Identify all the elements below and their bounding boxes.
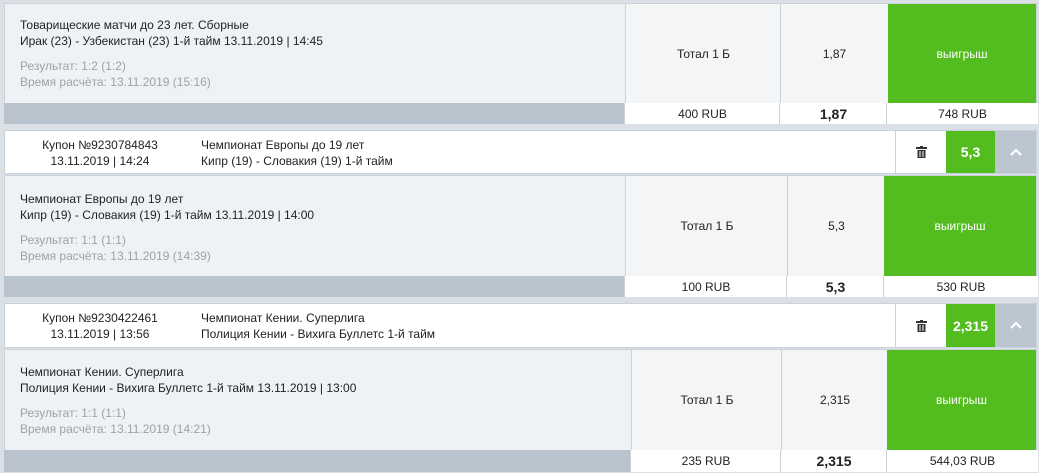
status-badge: выигрыш bbox=[884, 176, 1036, 276]
market-label: Тотал 1 Б bbox=[676, 46, 731, 61]
stake-cell: 100 RUB bbox=[624, 276, 787, 297]
coupon-datetime: 13.11.2019 | 14:24 bbox=[50, 154, 150, 168]
odds-cell: 1,87 bbox=[780, 4, 888, 103]
market-cell: Тотал 1 Б bbox=[625, 4, 781, 103]
coupon-number: Купон №9230422461 bbox=[42, 311, 158, 325]
payout-value: 544,03 RUB bbox=[929, 454, 996, 468]
bet-detail: Чемпионат Кении. Суперлига Полиция Кении… bbox=[4, 349, 1037, 451]
payout-cell: 544,03 RUB bbox=[886, 450, 1038, 472]
total-odds-cell: 1,87 bbox=[779, 103, 887, 124]
odds-value: 5,3 bbox=[828, 219, 845, 233]
result-text: Результат: 1:2 (1:2) bbox=[20, 59, 126, 73]
payout-cell: 530 RUB bbox=[883, 276, 1038, 297]
coupon-odds: 2,315 bbox=[946, 304, 995, 347]
market-label: Тотал 1 Б bbox=[680, 393, 734, 407]
calc-time: Время расчёта: 13.11.2019 (14:21) bbox=[20, 422, 211, 436]
payout-cell: 748 RUB bbox=[886, 103, 1038, 124]
payout-value: 748 RUB bbox=[938, 106, 987, 121]
status-badge: выигрыш bbox=[888, 4, 1036, 103]
market-cell: Тотал 1 Б bbox=[625, 176, 788, 276]
market-label: Тотал 1 Б bbox=[680, 219, 734, 233]
coupon-header[interactable]: Купон №9230422461 13.11.2019 | 13:56 Чем… bbox=[4, 303, 1037, 348]
bet-detail: Чемпионат Европы до 19 лет Кипр (19) - С… bbox=[4, 175, 1037, 277]
coupon-odds: 5,3 bbox=[946, 131, 995, 173]
trash-icon bbox=[915, 319, 927, 332]
coupon-event: Чемпионат Европы до 19 лет Кипр (19) - С… bbox=[201, 137, 393, 169]
odds-value: 2,315 bbox=[819, 393, 851, 407]
collapse-button[interactable] bbox=[995, 131, 1036, 173]
stake-value: 100 RUB bbox=[681, 279, 731, 294]
match-name: Полиция Кении - Вихига Буллетс 1-й тайм … bbox=[20, 381, 357, 395]
event-info: Чемпионат Европы до 19 лет Кипр (19) - С… bbox=[20, 191, 314, 264]
bet-footer: 400 RUB 1,87 748 RUB bbox=[4, 103, 1038, 124]
result-text: Результат: 1:1 (1:1) bbox=[20, 406, 126, 420]
coupon-number-block: Купон №9230422461 13.11.2019 | 13:56 bbox=[5, 310, 195, 342]
event-info: Чемпионат Кении. Суперлига Полиция Кении… bbox=[20, 364, 356, 437]
status-badge: выигрыш bbox=[887, 350, 1036, 450]
delete-button[interactable] bbox=[895, 131, 946, 173]
coupon-datetime: 13.11.2019 | 13:56 bbox=[50, 327, 150, 341]
odds-cell: 5,3 bbox=[787, 176, 885, 276]
stake-value: 235 RUB bbox=[681, 454, 731, 468]
bet-footer: 235 RUB 2,315 544,03 RUB bbox=[4, 450, 1038, 472]
league-name: Чемпионат Европы до 19 лет bbox=[20, 192, 184, 206]
market-cell: Тотал 1 Б bbox=[631, 350, 782, 450]
match-name: Кипр (19) - Словакия (19) 1-й тайм 13.11… bbox=[20, 208, 315, 222]
stake-cell: 400 RUB bbox=[624, 103, 780, 124]
result-text: Результат: 1:1 (1:1) bbox=[20, 233, 126, 247]
league-name: Товарищеские матчи до 23 лет. Сборные bbox=[20, 18, 249, 32]
bet-footer: 100 RUB 5,3 530 RUB bbox=[4, 276, 1038, 297]
coupon-league: Чемпионат Европы до 19 лет bbox=[201, 138, 365, 152]
calc-time: Время расчёта: 13.11.2019 (15:16) bbox=[20, 75, 211, 89]
odds-value: 1,87 bbox=[822, 46, 847, 61]
total-odds-cell: 2,315 bbox=[780, 450, 887, 472]
league-name: Чемпионат Кении. Суперлига bbox=[20, 365, 184, 379]
total-odds-value: 2,315 bbox=[816, 453, 852, 469]
event-info: Товарищеские матчи до 23 лет. Сборные Ир… bbox=[20, 17, 323, 90]
match-name: Ирак (23) - Узбекистан (23) 1-й тайм 13.… bbox=[20, 34, 323, 48]
coupon-match: Кипр (19) - Словакия (19) 1-й тайм bbox=[201, 154, 393, 168]
coupon-header[interactable]: Купон №9230784843 13.11.2019 | 14:24 Чем… bbox=[4, 130, 1037, 174]
payout-value: 530 RUB bbox=[936, 279, 986, 294]
collapse-button[interactable] bbox=[995, 304, 1036, 347]
coupon-match: Полиция Кении - Вихига Буллетс 1-й тайм bbox=[201, 327, 436, 341]
total-odds-cell: 5,3 bbox=[786, 276, 884, 297]
calc-time: Время расчёта: 13.11.2019 (14:39) bbox=[20, 249, 211, 263]
stake-value: 400 RUB bbox=[678, 106, 727, 121]
trash-icon bbox=[915, 146, 927, 158]
coupon-number-block: Купон №9230784843 13.11.2019 | 14:24 bbox=[5, 137, 195, 169]
delete-button[interactable] bbox=[895, 304, 946, 347]
chevron-up-icon bbox=[1009, 321, 1022, 329]
coupon-number: Купон №9230784843 bbox=[42, 138, 158, 152]
bet-detail: Товарищеские матчи до 23 лет. Сборные Ир… bbox=[4, 3, 1037, 104]
total-odds-value: 5,3 bbox=[825, 278, 846, 295]
stake-cell: 235 RUB bbox=[630, 450, 781, 472]
chevron-up-icon bbox=[1009, 147, 1022, 156]
odds-cell: 2,315 bbox=[781, 350, 888, 450]
total-odds-value: 1,87 bbox=[819, 105, 848, 122]
coupon-league: Чемпионат Кении. Суперлига bbox=[201, 311, 365, 325]
coupon-event: Чемпионат Кении. Суперлига Полиция Кении… bbox=[201, 310, 435, 342]
